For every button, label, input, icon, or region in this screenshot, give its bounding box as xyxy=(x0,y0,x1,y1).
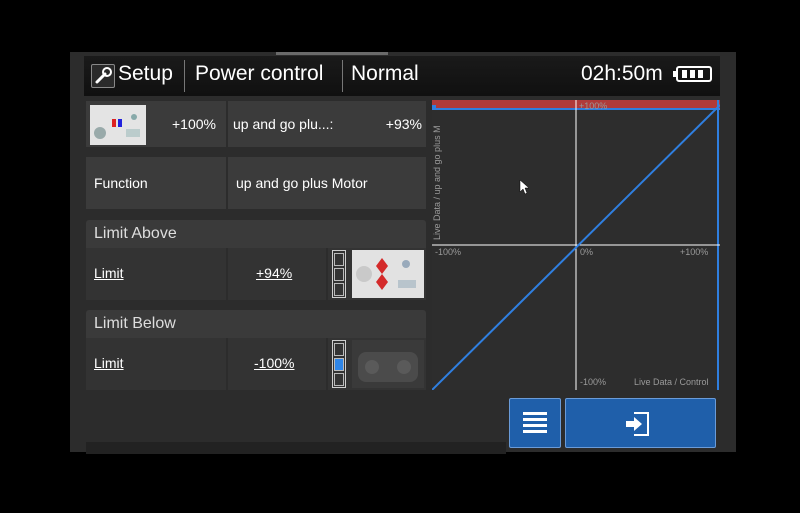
input-preview-cell[interactable]: +100% xyxy=(86,101,226,147)
control-thumbnail xyxy=(352,250,424,298)
limit-above-title: Limit Above xyxy=(94,225,177,242)
function-label: Function xyxy=(94,175,148,191)
function-summary-cell[interactable]: up and go plu...: +93% xyxy=(228,101,426,147)
limit-below-header: Limit Below xyxy=(86,310,426,338)
switch-position-indicator xyxy=(332,250,346,298)
setup-label[interactable]: Setup xyxy=(118,62,173,86)
function-select[interactable]: up and go plus Motor xyxy=(228,157,426,209)
transmitter-thumbnail xyxy=(90,105,146,145)
battery-icon xyxy=(673,66,712,82)
limit-above-label-cell[interactable]: Limit xyxy=(86,248,226,300)
input-value: +100% xyxy=(172,116,216,132)
top-strip xyxy=(276,52,388,55)
wrench-icon[interactable] xyxy=(91,64,115,88)
header-divider xyxy=(342,60,343,92)
x-axis-label: Live Data / Control xyxy=(634,377,709,387)
graph-bottom-label: -100% xyxy=(580,377,607,387)
function-summary-name: up and go plu...: xyxy=(233,116,334,132)
graph-center-label: 0% xyxy=(580,247,594,257)
list-icon xyxy=(523,412,547,433)
timer-display: 02h:50m xyxy=(581,62,663,85)
limit-below-label[interactable]: Limit xyxy=(94,355,124,371)
limit-above-header: Limit Above xyxy=(86,220,426,248)
function-value: up and go plus Motor xyxy=(236,175,368,191)
limit-below-title: Limit Below xyxy=(94,315,176,332)
limit-below-value[interactable]: -100% xyxy=(254,355,294,371)
cursor-icon xyxy=(519,179,530,195)
switch-position-indicator xyxy=(332,340,346,388)
y-axis-label: Live Data / up and go plus M xyxy=(432,125,442,240)
function-summary-value: +93% xyxy=(385,116,422,132)
limit-below-label-cell[interactable]: Limit xyxy=(86,338,226,390)
mode-label[interactable]: Normal xyxy=(351,62,419,86)
graph-left-label: -100% xyxy=(435,247,462,257)
header-divider xyxy=(184,60,185,92)
function-label-cell: Function xyxy=(86,157,226,209)
bottom-strip xyxy=(86,442,506,454)
limit-above-value[interactable]: +94% xyxy=(256,265,292,281)
limit-below-value-cell[interactable]: -100% xyxy=(228,338,326,390)
limit-above-value-cell[interactable]: +94% xyxy=(228,248,326,300)
curve-graph: +100% -100% 0% +100% -100% Live Data / C… xyxy=(432,100,720,390)
header-bar: Setup Power control Normal 02h:50m xyxy=(84,56,720,96)
menu-button[interactable] xyxy=(509,398,561,448)
transmitter-thumbnail xyxy=(352,340,424,388)
limit-above-label[interactable]: Limit xyxy=(94,265,124,281)
enter-button[interactable] xyxy=(565,398,716,448)
limit-below-control-cell[interactable] xyxy=(328,338,426,390)
power-control-label[interactable]: Power control xyxy=(195,62,323,86)
graph-right-label: +100% xyxy=(680,247,709,257)
graph-top-label: +100% xyxy=(579,101,608,111)
sign-in-icon xyxy=(626,412,649,436)
limit-above-control-cell[interactable] xyxy=(328,248,426,300)
